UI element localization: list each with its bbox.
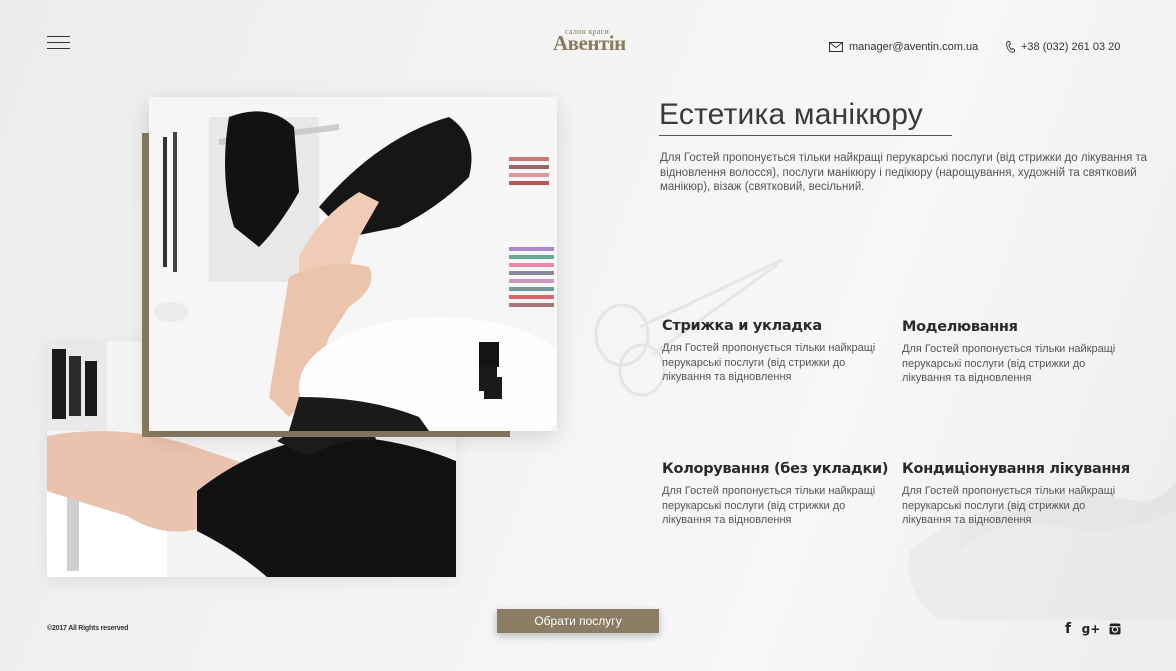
service-description: Для Гостей пропонується тільки найкращі … (902, 343, 1116, 384)
page-title: Естетика манікюру (659, 98, 923, 131)
service-title: Колорування (без укладки) (662, 461, 889, 477)
title-underline (659, 135, 952, 136)
service-card-conditioning[interactable]: Кондиціонування лікування Для Гостей про… (902, 461, 1142, 528)
service-description: Для Гостей пропонується тільки найкращі … (662, 485, 876, 526)
service-title: Моделювання (902, 319, 1018, 335)
google-plus-icon[interactable]: g+ (1082, 621, 1101, 637)
phone-link[interactable]: +38 (032) 261 03 20 (1006, 41, 1120, 53)
email-link[interactable]: manager@aventin.com.ua (829, 41, 978, 53)
copyright: ©2017 All Rights reserved (47, 625, 129, 632)
phone-text: +38 (032) 261 03 20 (1021, 41, 1121, 53)
service-card-coloring[interactable]: Колорування (без укладки) Для Гостей про… (662, 461, 902, 528)
service-description: Для Гостей пропонується тільки найкращі … (662, 342, 876, 383)
envelope-icon (829, 42, 843, 52)
menu-button[interactable] (47, 36, 70, 50)
email-text: manager@aventin.com.ua (849, 41, 979, 53)
instagram-icon[interactable] (1108, 621, 1122, 637)
phone-icon (1006, 41, 1015, 53)
service-card-haircut[interactable]: Стрижка и укладка Для Гостей пропонуєтьс… (662, 318, 902, 385)
choose-service-button[interactable]: Обрати послугу (497, 609, 659, 633)
service-title: Стрижка и укладка (662, 318, 822, 334)
service-description: Для Гостей пропонується тільки найкращі … (902, 485, 1116, 526)
manicure-photo-main (149, 97, 557, 431)
intro-text: Для Гостей пропонується тільки найкращі … (660, 152, 1148, 193)
service-card-modeling[interactable]: Моделювання Для Гостей пропонується тіль… (902, 319, 1142, 386)
service-title: Кондиціонування лікування (902, 461, 1130, 477)
facebook-icon[interactable]: f (1061, 621, 1075, 637)
logo-wordmark: Авентін (553, 31, 626, 55)
hamburger-menu-icon (47, 36, 70, 37)
logo[interactable]: салон краси Авентін (553, 26, 626, 55)
